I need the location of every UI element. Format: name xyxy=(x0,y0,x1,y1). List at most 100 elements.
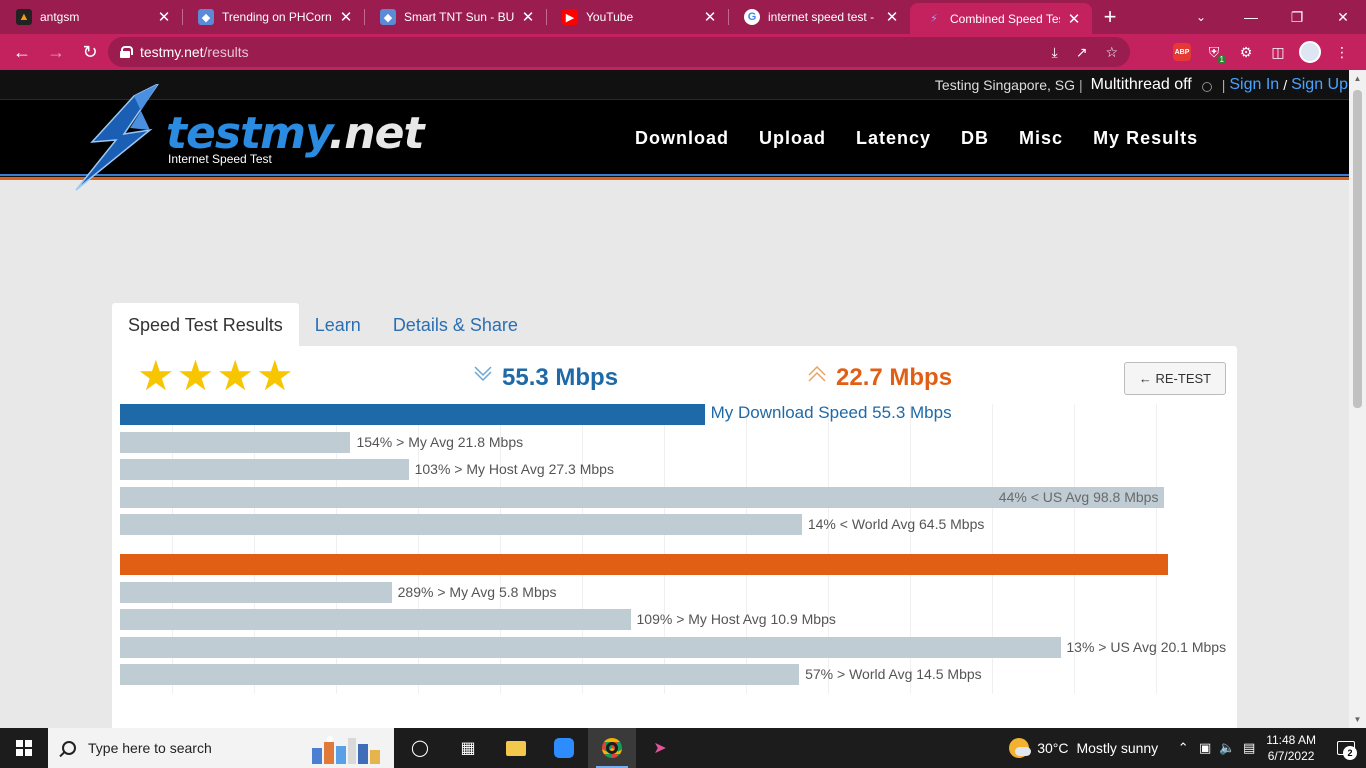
main-menu: Download Upload Latency DB Misc My Resul… xyxy=(620,128,1213,149)
profile-avatar[interactable] xyxy=(1298,40,1322,64)
browser-tab-3[interactable]: ▶ YouTube ✕ xyxy=(546,0,728,34)
browser-tab-title: YouTube xyxy=(586,10,634,24)
multithread-toggle[interactable]: Multithread off xyxy=(1091,76,1192,94)
chevron-up-icon[interactable]: ⌃ xyxy=(1172,740,1194,756)
close-tab-icon[interactable]: ✕ xyxy=(520,8,536,26)
power-icon[interactable] xyxy=(1201,82,1212,92)
clock-time: 11:48 AM xyxy=(1266,733,1316,747)
menu-db[interactable]: DB xyxy=(946,128,1004,149)
menu-latency[interactable]: Latency xyxy=(841,128,946,149)
retest-button[interactable]: ← RE-TEST xyxy=(1124,362,1226,395)
new-tab-button[interactable]: + xyxy=(1092,0,1128,34)
menu-download[interactable]: Download xyxy=(620,128,744,149)
clock[interactable]: 11:48 AM 6/7/2022 xyxy=(1266,732,1316,764)
partly-sunny-icon xyxy=(1009,738,1032,758)
tab-speed-test-results[interactable]: Speed Test Results xyxy=(112,303,299,347)
star-icon: ★ xyxy=(176,352,215,399)
ethernet-icon[interactable]: ▤ xyxy=(1238,740,1260,756)
avatar xyxy=(1299,41,1321,63)
bar-label: 13% > US Avg 20.1 Mbps xyxy=(1066,638,1227,655)
extensions-puzzle-icon[interactable]: ⚙ xyxy=(1234,40,1258,64)
browser-tab-1[interactable]: ◆ Trending on PHCorner ✕ xyxy=(182,0,364,34)
volume-icon[interactable]: 🔈 xyxy=(1216,740,1238,756)
close-tab-icon[interactable]: ✕ xyxy=(702,8,718,26)
sign-up-link[interactable]: Sign Up xyxy=(1291,76,1348,94)
windows-logo-icon xyxy=(16,740,32,756)
minimize-icon[interactable]: — xyxy=(1228,0,1274,34)
close-window-icon[interactable]: ✕ xyxy=(1320,0,1366,34)
url-host: testmy.net xyxy=(140,44,204,60)
upload-summary: 22.7 Mbps xyxy=(806,364,952,392)
adblock-plus-icon[interactable]: ABP xyxy=(1170,40,1194,64)
browser-tab-0[interactable]: ▲ antgsm ✕ xyxy=(0,0,182,34)
download-bar-0 xyxy=(120,404,705,425)
tab-details-share[interactable]: Details & Share xyxy=(377,303,534,347)
url-path: /results xyxy=(203,44,249,60)
bar-label: 289% > My Avg 5.8 Mbps xyxy=(397,583,557,600)
menu-my-results[interactable]: My Results xyxy=(1078,128,1213,149)
bookmark-star-icon[interactable]: ☆ xyxy=(1105,44,1118,61)
bar-label: 109% > My Host Avg 10.9 Mbps xyxy=(636,611,836,627)
shield-extension-icon[interactable]: ⛨ 1 xyxy=(1202,40,1226,64)
cortana-icon[interactable]: ◯ xyxy=(396,728,444,768)
testing-location: Testing Singapore, SG xyxy=(934,77,1075,93)
close-tab-icon[interactable]: ✕ xyxy=(884,8,900,26)
task-view-icon[interactable]: ▦ xyxy=(444,728,492,768)
upload-bar-2 xyxy=(120,609,631,630)
menu-misc[interactable]: Misc xyxy=(1004,128,1078,149)
address-bar[interactable]: testmy.net/results ⤓ ↗ ☆ xyxy=(108,37,1130,67)
close-tab-icon[interactable]: ✕ xyxy=(1066,10,1082,28)
search-icon xyxy=(62,741,76,755)
side-panel-icon[interactable]: ◫ xyxy=(1266,40,1290,64)
bar-label: 154% > My Avg 21.8 Mbps xyxy=(356,433,524,450)
restore-icon[interactable]: ❐ xyxy=(1274,0,1320,34)
phcorner-icon: ◆ xyxy=(198,9,214,25)
sign-in-link[interactable]: Sign In xyxy=(1229,76,1279,94)
reload-icon[interactable]: ↻ xyxy=(74,36,106,68)
bar-label: My Download Speed 55.3 Mbps xyxy=(710,403,952,422)
close-tab-icon[interactable]: ✕ xyxy=(338,8,354,26)
close-tab-icon[interactable]: ✕ xyxy=(156,8,172,26)
taskbar-search-box[interactable]: Type here to search xyxy=(48,728,394,768)
page-scrollbar[interactable]: ▲ ▼ xyxy=(1349,70,1366,728)
system-tray: 30°C Mostly sunny ⌃ ▣ 🔈 ▤ 11:48 AM 6/7/2… xyxy=(1009,728,1366,768)
share-icon[interactable]: ↗ xyxy=(1076,44,1088,61)
tab-search-icon[interactable]: ⌄ xyxy=(1186,0,1216,34)
browser-tab-strip: ▲ antgsm ✕ ◆ Trending on PHCorner ✕ ◆ Smart TNT… xyxy=(0,0,1366,34)
browser-tab-2[interactable]: ◆ Smart TNT Sun - BUMP ✕ xyxy=(364,0,546,34)
download-summary: 55.3 Mbps xyxy=(472,364,618,392)
zoom-app-icon[interactable] xyxy=(540,728,588,768)
chrome-icon[interactable] xyxy=(588,728,636,768)
scroll-down-icon[interactable]: ▼ xyxy=(1349,711,1366,728)
antgsm-icon: ▲ xyxy=(16,9,32,25)
download-bar-4 xyxy=(120,514,802,535)
browser-tab-title: antgsm xyxy=(40,10,80,24)
browser-tab-4[interactable]: Ginternet speed test - Google ✕ xyxy=(728,0,910,34)
google-icon: G xyxy=(744,9,760,25)
notification-center-icon[interactable]: 2 xyxy=(1326,728,1366,768)
menu-kebab-icon[interactable]: ⋮ xyxy=(1330,40,1354,64)
site-logo-wordmark[interactable]: testmy.net xyxy=(166,112,425,156)
download-arrow-icon xyxy=(474,366,492,382)
tab-learn[interactable]: Learn xyxy=(299,303,377,347)
bar-label: 57% > World Avg 14.5 Mbps xyxy=(805,666,982,682)
file-explorer-icon[interactable] xyxy=(492,728,540,768)
menu-upload[interactable]: Upload xyxy=(744,128,841,149)
start-button[interactable] xyxy=(0,728,48,768)
window-controls: — ❐ ✕ xyxy=(1228,0,1366,34)
youtube-icon: ▶ xyxy=(562,9,578,25)
weather-widget[interactable]: 30°C Mostly sunny xyxy=(1009,738,1158,758)
browser-tab-5[interactable]: ⚡ Combined Speed Test ✕ xyxy=(910,3,1092,34)
forward-arrow-icon[interactable]: → xyxy=(40,36,72,68)
back-arrow-icon[interactable]: ← xyxy=(6,36,38,68)
lock-icon[interactable] xyxy=(120,46,133,58)
weather-desc: Mostly sunny xyxy=(1076,740,1159,756)
install-app-icon[interactable]: ⤓ xyxy=(1052,44,1058,61)
pinned-app-icon[interactable]: ➤ xyxy=(636,728,684,768)
extension-badge: 1 xyxy=(1217,55,1226,64)
browser-tab-title: Combined Speed Test xyxy=(950,11,1060,26)
bar-label: 44% < US Avg 98.8 Mbps xyxy=(998,488,1159,505)
network-icon[interactable]: ▣ xyxy=(1194,740,1216,756)
scroll-up-icon[interactable]: ▲ xyxy=(1349,70,1366,87)
scrollbar-thumb[interactable] xyxy=(1353,90,1362,408)
